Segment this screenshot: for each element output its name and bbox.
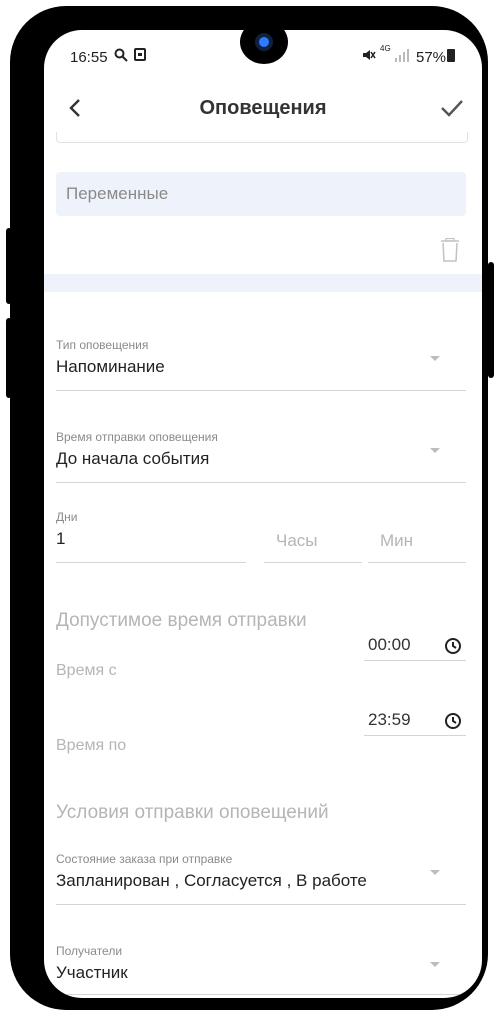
previous-field-edge (56, 132, 468, 143)
allowed-time-title: Допустимое время отправки (56, 610, 307, 631)
dropdown-arrow-icon (430, 448, 440, 453)
recipients-value: Участник (56, 963, 128, 982)
front-camera (240, 20, 288, 64)
order-state-label: Состояние заказа при отправке (56, 852, 233, 866)
order-state-value: Запланирован , Согласуется , В работе (56, 871, 367, 890)
dropdown-arrow-icon (430, 356, 440, 361)
search-icon (114, 48, 128, 65)
send-time-value: До начала события (56, 449, 210, 468)
conditions-title: Условия отправки оповещений (56, 802, 329, 823)
time-to-label: Время по (56, 737, 127, 754)
time-to-value: 23:59 (368, 710, 411, 729)
send-time-label: Время отправки оповещения (56, 430, 218, 444)
check-icon[interactable] (438, 94, 466, 122)
signal-icon (395, 48, 411, 65)
mute-icon (362, 48, 376, 65)
status-time: 16:55 (70, 49, 108, 66)
dropdown-arrow-icon (430, 962, 440, 967)
side-button (6, 318, 12, 398)
clock-icon[interactable] (444, 637, 462, 655)
time-from-input[interactable]: 00:00 (364, 632, 466, 661)
notification-type-select[interactable]: Тип оповещения Напоминание (56, 338, 466, 391)
recipients-select[interactable]: Получатели Участник (56, 944, 466, 995)
time-to-input[interactable]: 23:59 (364, 707, 466, 736)
battery-percent: 57% (416, 49, 447, 66)
recipients-label: Получатели (56, 944, 123, 958)
power-button (488, 262, 494, 378)
battery-icon (447, 49, 455, 62)
volume-button (6, 228, 12, 304)
notification-type-value: Напоминание (56, 357, 165, 376)
trash-icon[interactable] (440, 237, 460, 262)
phone-frame: 16:55 4G 57% Оповещения Переменные Тип о… (10, 6, 488, 1010)
network-label: 4G (380, 44, 391, 53)
section-separator (44, 274, 482, 292)
time-from-value: 00:00 (368, 635, 411, 654)
hours-placeholder: Часы (276, 531, 318, 550)
app-header: Оповещения (44, 86, 482, 132)
send-time-select[interactable]: Время отправки оповещения До начала собы… (56, 430, 466, 483)
minutes-input[interactable]: Мин (368, 510, 466, 563)
form-content: Переменные Тип оповещения Напоминание Вр… (44, 132, 482, 998)
clock-icon[interactable] (444, 712, 462, 730)
dropdown-arrow-icon (430, 870, 440, 875)
variables-placeholder: Переменные (66, 184, 169, 203)
notification-type-label: Тип оповещения (56, 338, 149, 352)
days-label: Дни (56, 510, 78, 524)
variables-input[interactable]: Переменные (56, 172, 466, 216)
days-value: 1 (56, 529, 66, 548)
page-title: Оповещения (199, 97, 327, 119)
gallery-icon (134, 48, 146, 64)
hours-input[interactable]: Часы (264, 510, 362, 563)
minutes-placeholder: Мин (380, 531, 414, 550)
order-state-select[interactable]: Состояние заказа при отправке Запланиров… (56, 852, 466, 905)
screen: 16:55 4G 57% Оповещения Переменные Тип о… (44, 30, 482, 998)
days-input[interactable]: Дни 1 (56, 510, 246, 563)
time-from-label: Время с (56, 662, 117, 679)
